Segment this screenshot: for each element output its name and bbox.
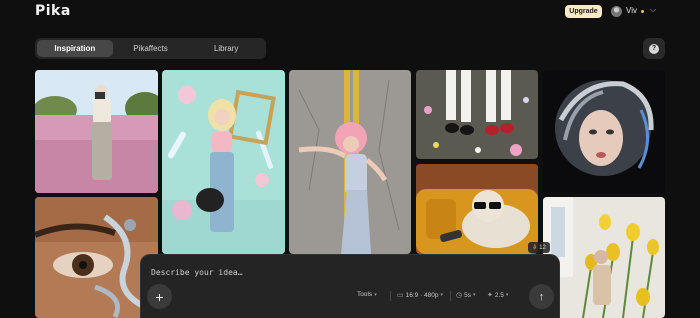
download-count: 12	[539, 244, 546, 251]
top-bar: Pika Upgrade Viv ⌵	[0, 0, 700, 26]
gallery-tile-pink-hair-road[interactable]	[289, 70, 411, 254]
gallery-tile-field-woman[interactable]	[35, 70, 158, 193]
download-count-badge[interactable]: ⇩ 12	[528, 242, 550, 253]
tab-inspiration[interactable]: Inspiration	[37, 40, 113, 57]
divider	[390, 291, 391, 301]
duration-dropdown[interactable]: ◷ 5s ▾	[456, 291, 476, 300]
download-icon: ⇩	[532, 245, 538, 251]
prompt-input[interactable]	[151, 265, 541, 279]
caret-down-icon: ▾	[472, 292, 476, 298]
upgrade-button[interactable]: Upgrade	[565, 5, 602, 18]
aspect-resolution-dropdown[interactable]: ▭ 16:9 · 480p ▾	[397, 291, 444, 300]
caret-down-icon: ▾	[374, 291, 377, 298]
help-icon: ?	[649, 43, 659, 54]
gallery-tile-dog-sunglasses[interactable]	[416, 164, 538, 254]
status-dot	[641, 10, 644, 13]
chevron-down-icon[interactable]: ⌵	[650, 5, 656, 15]
nav-tabs: Inspiration Pikaffects Library	[35, 38, 266, 59]
duration-label: 5s	[464, 291, 471, 299]
clock-icon: ◷	[456, 292, 463, 299]
thumbs-up-icon: ✦	[487, 292, 493, 299]
arrow-up-icon: ↑	[538, 290, 545, 303]
aspect-resolution-label: 16:9 · 480p	[405, 291, 439, 299]
prompt-panel: + Tools ▾ ▭ 16:9 · 480p ▾ ◷ 5s ▾ ✦ 2.5 ▾…	[140, 254, 560, 318]
add-media-button[interactable]: +	[147, 284, 172, 309]
gallery-tile-tulips-room[interactable]	[543, 197, 665, 318]
caret-down-icon: ▾	[505, 292, 509, 298]
send-button[interactable]: ↑	[529, 284, 554, 309]
gallery-tile-chrome-face[interactable]	[543, 70, 665, 193]
tools-dropdown[interactable]: Tools ▾	[357, 291, 377, 298]
tools-label: Tools	[357, 291, 373, 298]
gallery-tile-flowers-legs[interactable]	[416, 70, 538, 159]
gallery-tile-blonde-frame[interactable]	[162, 70, 285, 254]
model-dropdown[interactable]: ✦ 2.5 ▾	[487, 291, 509, 300]
divider	[450, 291, 451, 301]
username[interactable]: Viv	[626, 6, 637, 15]
model-label: 2.5	[494, 291, 504, 299]
caret-down-icon: ▾	[440, 292, 444, 298]
aspect-ratio-icon: ▭	[397, 292, 404, 299]
help-button[interactable]: ?	[643, 38, 665, 59]
plus-icon: +	[155, 288, 164, 305]
tab-pikaffects[interactable]: Pikaffects	[113, 40, 189, 57]
tab-library[interactable]: Library	[188, 40, 264, 57]
pika-logo[interactable]: Pika	[35, 3, 71, 19]
avatar[interactable]	[611, 6, 622, 17]
